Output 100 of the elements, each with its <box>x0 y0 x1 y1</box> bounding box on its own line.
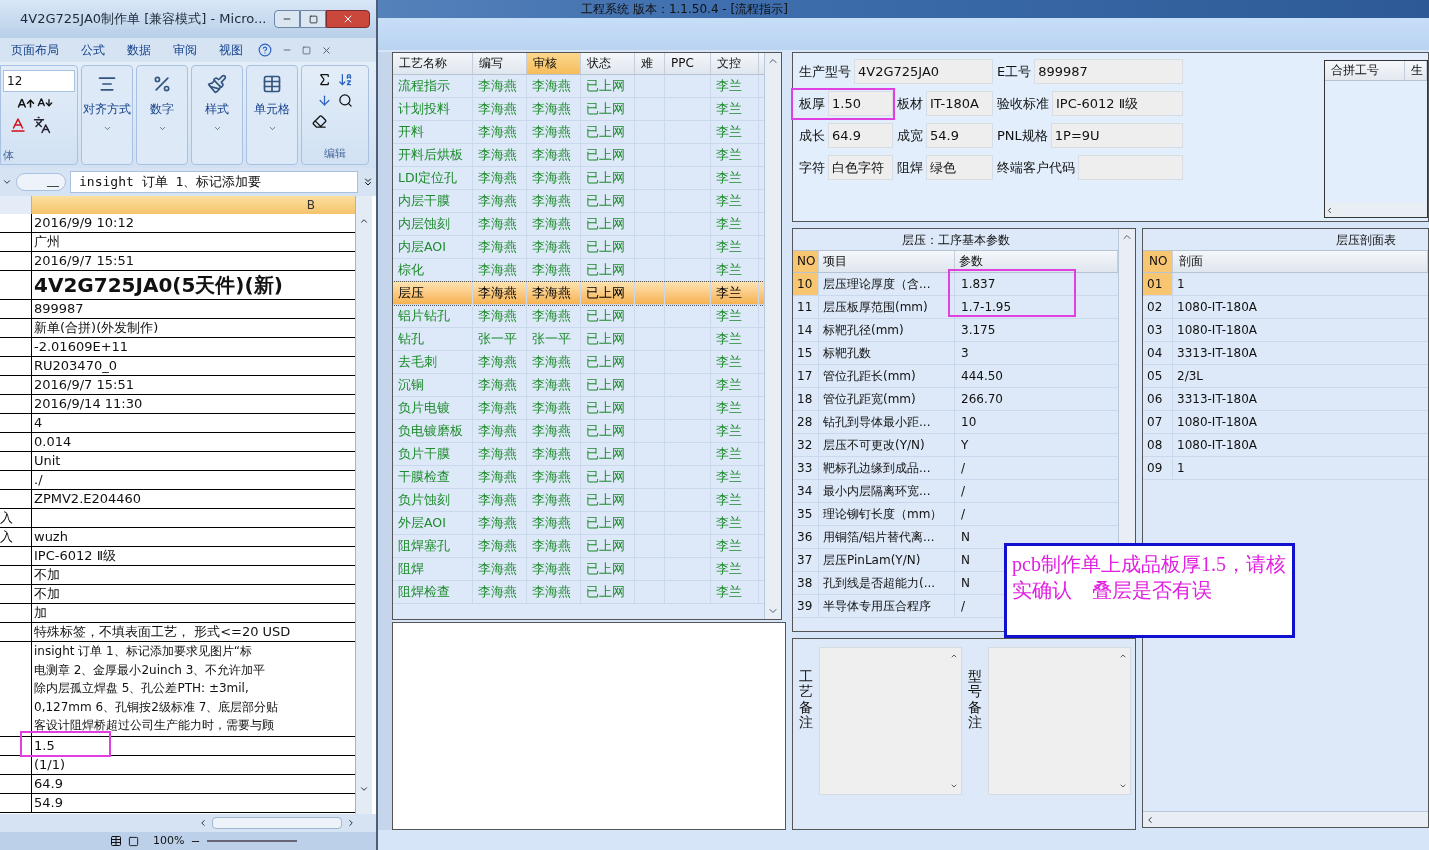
text-field[interactable]: 1P=9U <box>1050 123 1183 148</box>
column-header[interactable]: 项目 <box>819 251 955 272</box>
column-header[interactable]: 生 <box>1405 61 1427 80</box>
row-number-cell[interactable]: 14 <box>793 319 819 341</box>
row-number-cell[interactable]: 35 <box>793 503 819 525</box>
column-header[interactable]: 审核 <box>527 53 581 74</box>
table-row[interactable]: 钻孔 张一平 张一平 已上网 李兰 <box>393 328 764 351</box>
phonetic-icon[interactable] <box>33 116 51 134</box>
row-number-cell[interactable]: 36 <box>793 526 819 548</box>
column-header[interactable]: NO <box>1143 251 1173 272</box>
table-row[interactable]: 内层干膜 李海燕 李海燕 已上网 李兰 <box>393 190 764 213</box>
scroll-left-icon[interactable] <box>1145 814 1155 825</box>
scroll-up-icon[interactable] <box>950 652 958 660</box>
row-number-cell[interactable]: 34 <box>793 480 819 502</box>
text-field[interactable]: 54.9 <box>926 123 993 148</box>
name-box-caret-icon[interactable] <box>2 177 12 187</box>
row-number-cell[interactable]: 06 <box>1143 388 1173 410</box>
scroll-left-icon[interactable] <box>1325 205 1334 215</box>
column-header[interactable]: PPC <box>665 53 711 74</box>
table-row[interactable]: 铝片钻孔 李海燕 李海燕 已上网 李兰 <box>393 305 764 328</box>
column-header[interactable]: 工艺名称 <box>393 53 473 74</box>
row-number-cell[interactable]: 15 <box>793 342 819 364</box>
column-header[interactable]: B <box>32 196 355 214</box>
scroll-down-icon[interactable] <box>950 782 958 790</box>
row-number-cell[interactable]: 28 <box>793 411 819 433</box>
row-number-cell[interactable]: 03 <box>1143 319 1173 341</box>
row-number-cell[interactable]: 05 <box>1143 365 1173 387</box>
close-icon[interactable] <box>321 44 332 56</box>
ribbon-group-button[interactable]: 样式 <box>191 65 243 165</box>
ribbon-tab[interactable]: 页面布局 <box>0 41 70 59</box>
row-number-cell[interactable]: 04 <box>1143 342 1173 364</box>
scroll-up-icon[interactable] <box>1119 652 1127 660</box>
ribbon-tab[interactable]: 数据 <box>116 41 162 59</box>
scroll-down-icon[interactable] <box>1119 782 1127 790</box>
table-row[interactable]: 干膜检查 李海燕 李海燕 已上网 李兰 <box>393 466 764 489</box>
horizontal-scrollbar[interactable] <box>212 817 342 829</box>
ribbon-tab[interactable]: 公式 <box>70 41 116 59</box>
column-header[interactable]: NO <box>793 251 819 272</box>
table-row[interactable]: 负片电镀 李海燕 李海燕 已上网 李兰 <box>393 397 764 420</box>
table-row[interactable]: 阻焊 李海燕 李海燕 已上网 李兰 <box>393 558 764 581</box>
font-size-field[interactable]: 12 <box>3 70 75 92</box>
ribbon-group-button[interactable]: 对齐方式 <box>81 65 133 165</box>
table-row[interactable]: 阻焊检查 李海燕 李海燕 已上网 李兰 <box>393 581 764 604</box>
row-number-cell[interactable]: 11 <box>793 296 819 318</box>
table-row[interactable]: 开料后烘板 李海燕 李海燕 已上网 李兰 <box>393 144 764 167</box>
font-color-icon[interactable] <box>9 116 27 134</box>
text-field[interactable] <box>1078 155 1183 180</box>
text-field[interactable]: IT-180A <box>926 91 993 116</box>
ribbon-tab[interactable]: 视图 <box>208 41 254 59</box>
fill-icon[interactable] <box>317 93 332 108</box>
ribbon-tab[interactable]: 审阅 <box>162 41 208 59</box>
row-number-cell[interactable]: 01 <box>1143 273 1173 295</box>
scroll-left-icon[interactable] <box>198 818 208 828</box>
minimize-button[interactable] <box>274 10 300 28</box>
remark-field[interactable] <box>988 647 1131 795</box>
table-row[interactable]: 沉铜 李海燕 李海燕 已上网 李兰 <box>393 374 764 397</box>
clear-icon[interactable] <box>312 114 327 129</box>
table-row[interactable]: LDI定位孔 李海燕 李海燕 已上网 李兰 <box>393 167 764 190</box>
column-header[interactable]: 状态 <box>581 53 635 74</box>
sort-icon[interactable] <box>338 72 353 87</box>
scroll-down-icon[interactable] <box>359 784 369 794</box>
row-number-cell[interactable]: 07 <box>1143 411 1173 433</box>
row-number-cell[interactable]: 08 <box>1143 434 1173 456</box>
table-row[interactable]: 负电镀磨板 李海燕 李海燕 已上网 李兰 <box>393 420 764 443</box>
text-field[interactable]: 899987 <box>1034 59 1183 84</box>
table-row[interactable]: 内层蚀刻 李海燕 李海燕 已上网 李兰 <box>393 213 764 236</box>
row-number-cell[interactable]: 38 <box>793 572 819 594</box>
help-icon[interactable] <box>258 43 272 57</box>
find-icon[interactable] <box>338 93 353 108</box>
column-header[interactable]: 剖面 <box>1173 251 1428 272</box>
table-row[interactable]: 阻焊塞孔 李海燕 李海燕 已上网 李兰 <box>393 535 764 558</box>
row-number-cell[interactable]: 09 <box>1143 457 1173 479</box>
scroll-up-icon[interactable] <box>359 216 369 226</box>
scrollbar[interactable] <box>355 196 372 814</box>
zoom-level[interactable]: 100% <box>153 832 185 850</box>
maximize-button[interactable] <box>300 10 326 28</box>
text-field[interactable]: 4V2G725JA0 <box>854 59 993 84</box>
text-field[interactable]: IPC-6012 Ⅱ级 <box>1052 91 1183 116</box>
row-number-cell[interactable]: 33 <box>793 457 819 479</box>
table-row[interactable]: 开料 李海燕 李海燕 已上网 李兰 <box>393 121 764 144</box>
text-field[interactable]: 白色字符 <box>828 155 893 180</box>
expand-icon[interactable] <box>362 176 374 188</box>
text-field[interactable]: 1.50 <box>828 91 893 116</box>
page-layout-icon[interactable] <box>128 835 139 847</box>
ribbon-group-button[interactable]: 数字 <box>136 65 188 165</box>
row-number-cell[interactable]: 18 <box>793 388 819 410</box>
row-number-cell[interactable]: 37 <box>793 549 819 571</box>
text-field[interactable]: 绿色 <box>926 155 993 180</box>
table-row[interactable]: 外层AOI 李海燕 李海燕 已上网 李兰 <box>393 512 764 535</box>
column-header[interactable]: 文控 <box>711 53 759 74</box>
scroll-right-icon[interactable] <box>346 818 356 828</box>
table-row[interactable]: 层压 李海燕 李海燕 已上网 李兰 <box>393 282 764 305</box>
remark-field[interactable] <box>819 647 962 795</box>
row-number-cell[interactable]: 32 <box>793 434 819 456</box>
text-field[interactable]: 64.9 <box>828 123 893 148</box>
table-row[interactable]: 负片干膜 李海燕 李海燕 已上网 李兰 <box>393 443 764 466</box>
sum-icon[interactable] <box>317 72 332 87</box>
column-header[interactable]: 合拼工号 <box>1325 61 1405 80</box>
table-row[interactable]: 去毛刺 李海燕 李海燕 已上网 李兰 <box>393 351 764 374</box>
row-number-cell[interactable]: 10 <box>793 273 819 295</box>
